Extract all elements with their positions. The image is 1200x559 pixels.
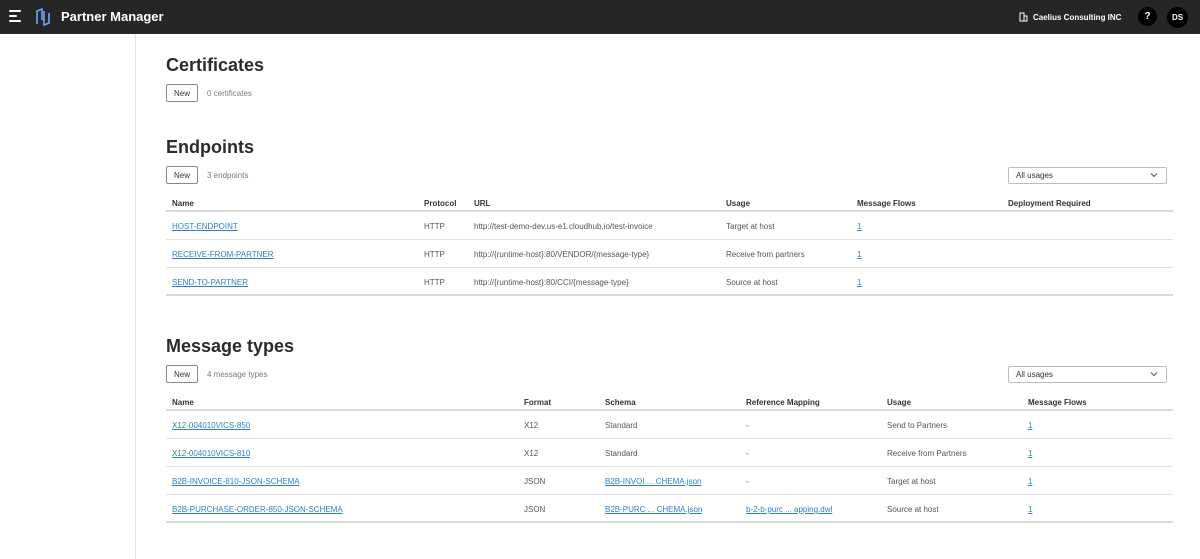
column-header[interactable]: Protocol bbox=[424, 199, 456, 208]
chevron-down-icon bbox=[1150, 173, 1158, 178]
endpoints-count: 3 endpoints bbox=[207, 171, 249, 180]
reference-mapping: - bbox=[746, 477, 749, 486]
message-flows-link[interactable]: 1 bbox=[1028, 449, 1032, 458]
column-header[interactable]: Deployment Required bbox=[1008, 199, 1091, 208]
new-certificate-button[interactable]: New bbox=[166, 84, 199, 102]
column-header[interactable]: Message Flows bbox=[857, 199, 916, 208]
endpoint-url: http://{runtime-host}:80/CCI/{message-ty… bbox=[474, 278, 629, 287]
app-title: Partner Manager bbox=[61, 9, 164, 24]
message-type-name-link[interactable]: B2B-PURCHASE-ORDER-850-JSON-SCHEMA bbox=[172, 505, 343, 514]
column-header[interactable]: URL bbox=[474, 199, 490, 208]
endpoint-protocol: HTTP bbox=[424, 222, 445, 231]
message-flows-link[interactable]: 1 bbox=[1028, 421, 1032, 430]
column-header[interactable]: Name bbox=[172, 199, 194, 208]
reference-mapping-link[interactable]: b-2-b-purc ... apping.dwl bbox=[746, 505, 832, 514]
message-flows-link[interactable]: 1 bbox=[1028, 477, 1032, 486]
table-row: SEND-TO-PARTNER HTTP http://{runtime-hos… bbox=[166, 268, 1173, 296]
message-types-title: Message types bbox=[166, 336, 295, 356]
user-avatar[interactable]: DS bbox=[1167, 7, 1188, 28]
message-types-usage-filter[interactable]: All usages bbox=[1008, 366, 1167, 383]
endpoint-name-link[interactable]: RECEIVE-FROM-PARTNER bbox=[172, 250, 274, 259]
message-type-usage: Send to Partners bbox=[887, 421, 948, 430]
reference-mapping: - bbox=[746, 421, 749, 430]
org-switcher[interactable]: Caelius Consulting INC bbox=[1019, 10, 1121, 24]
new-message-type-button[interactable]: New bbox=[166, 365, 199, 383]
chevron-down-icon bbox=[1150, 372, 1158, 377]
message-type-usage: Receive from Partners bbox=[887, 449, 967, 458]
building-icon bbox=[1019, 12, 1028, 22]
message-types-count: 4 message types bbox=[207, 370, 268, 379]
hamburger-menu-icon[interactable] bbox=[9, 10, 23, 22]
table-row: HOST-ENDPOINT HTTP http://test-demo-dev.… bbox=[166, 212, 1173, 240]
column-header[interactable]: Name bbox=[172, 398, 194, 407]
endpoint-protocol: HTTP bbox=[424, 278, 445, 287]
sidebar bbox=[0, 34, 136, 559]
table-row: X12-004010VICS-810 X12 Standard - Receiv… bbox=[166, 439, 1173, 467]
endpoints-usage-filter[interactable]: All usages bbox=[1008, 167, 1167, 184]
message-type-usage: Target at host bbox=[887, 477, 936, 486]
table-header: Name Protocol URL Usage Message Flows De… bbox=[166, 195, 1173, 212]
certificates-title: Certificates bbox=[166, 55, 265, 75]
message-type-usage: Source at host bbox=[887, 505, 939, 514]
reference-mapping: - bbox=[746, 449, 749, 458]
help-button[interactable]: ? bbox=[1138, 7, 1157, 26]
table-row: B2B-PURCHASE-ORDER-850-JSON-SCHEMA JSON … bbox=[166, 495, 1173, 523]
table-row: RECEIVE-FROM-PARTNER HTTP http://{runtim… bbox=[166, 240, 1173, 268]
message-type-schema: Standard bbox=[605, 421, 638, 430]
message-type-name-link[interactable]: X12-004010VICS-850 bbox=[172, 421, 250, 430]
endpoints-title: Endpoints bbox=[166, 137, 254, 157]
message-types-usage-filter-value: All usages bbox=[1016, 370, 1053, 379]
endpoint-usage: Source at host bbox=[726, 278, 778, 287]
message-type-format: X12 bbox=[524, 449, 539, 458]
endpoint-usage: Target at host bbox=[726, 222, 775, 231]
top-bar: Partner Manager Caelius Consulting INC ?… bbox=[0, 0, 1200, 34]
message-flows-link[interactable]: 1 bbox=[857, 250, 861, 259]
message-type-format: JSON bbox=[524, 477, 546, 486]
endpoint-protocol: HTTP bbox=[424, 250, 445, 259]
column-header[interactable]: Message Flows bbox=[1028, 398, 1087, 407]
column-header[interactable]: Format bbox=[524, 398, 551, 407]
partner-manager-logo-icon bbox=[36, 8, 50, 26]
certificates-count: 0 certificates bbox=[207, 89, 252, 98]
column-header[interactable]: Usage bbox=[726, 199, 750, 208]
schema-file-link[interactable]: B2B-INVOI ... CHEMA.json bbox=[605, 477, 701, 486]
message-flows-link[interactable]: 1 bbox=[857, 222, 861, 231]
message-type-format: X12 bbox=[524, 421, 539, 430]
table-row: X12-004010VICS-850 X12 Standard - Send t… bbox=[166, 411, 1173, 439]
table-row: B2B-INVOICE-810-JSON-SCHEMA JSON B2B-INV… bbox=[166, 467, 1173, 495]
endpoints-usage-filter-value: All usages bbox=[1016, 171, 1053, 180]
message-types-table: Name Format Schema Reference Mapping Usa… bbox=[166, 394, 1173, 523]
endpoint-name-link[interactable]: SEND-TO-PARTNER bbox=[172, 278, 248, 287]
endpoints-table: Name Protocol URL Usage Message Flows De… bbox=[166, 195, 1173, 296]
org-name: Caelius Consulting INC bbox=[1033, 12, 1122, 22]
message-type-format: JSON bbox=[524, 505, 546, 514]
message-flows-link[interactable]: 1 bbox=[857, 278, 861, 287]
message-type-schema: Standard bbox=[605, 449, 638, 458]
message-flows-link[interactable]: 1 bbox=[1028, 505, 1032, 514]
endpoint-usage: Receive from partners bbox=[726, 250, 805, 259]
endpoint-name-link[interactable]: HOST-ENDPOINT bbox=[172, 222, 238, 231]
new-endpoint-button[interactable]: New bbox=[166, 166, 199, 184]
endpoint-url: http://{runtime-host}:80/VENDOR/{message… bbox=[474, 250, 650, 259]
endpoint-url: http://test-demo-dev.us-e1.cloudhub.io/t… bbox=[474, 222, 653, 231]
column-header[interactable]: Reference Mapping bbox=[746, 398, 820, 407]
column-header[interactable]: Schema bbox=[605, 398, 636, 407]
schema-file-link[interactable]: B2B-PURC ... CHEMA.json bbox=[605, 505, 702, 514]
column-header[interactable]: Usage bbox=[887, 398, 911, 407]
message-type-name-link[interactable]: B2B-INVOICE-810-JSON-SCHEMA bbox=[172, 477, 300, 486]
message-type-name-link[interactable]: X12-004010VICS-810 bbox=[172, 449, 250, 458]
table-header: Name Format Schema Reference Mapping Usa… bbox=[166, 394, 1173, 411]
